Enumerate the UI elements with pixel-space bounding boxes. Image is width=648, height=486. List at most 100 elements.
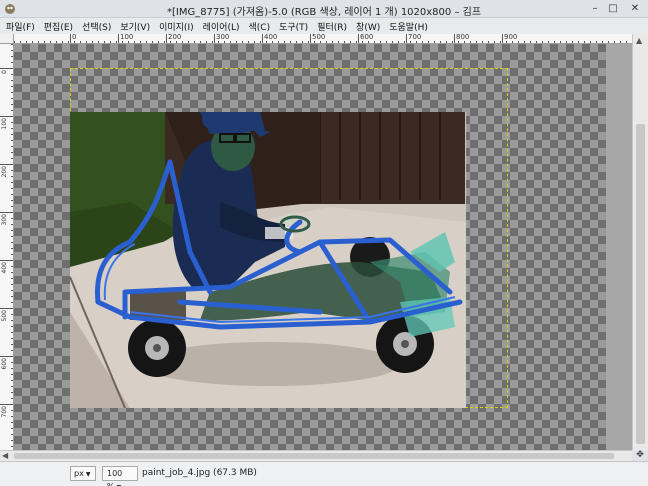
menu-edit[interactable]: 편집(E) [44,20,73,33]
window-title: *[IMG_8775] (가져옴)-5.0 (RGB 색상, 레이어 1 개) … [166,7,482,18]
ruler-tick [374,41,375,43]
ruler-tick [11,302,13,303]
ruler-tick [11,278,13,279]
maximize-button[interactable]: □ [604,2,622,16]
ruler-major-tick [262,34,263,43]
ruler-tick [11,158,13,159]
scroll-left-icon[interactable]: ◀ [2,451,8,460]
ruler-tick [620,41,621,43]
menu-filters[interactable]: 필터(R) [317,20,347,33]
horizontal-scroll-thumb[interactable] [14,453,614,459]
ruler-tick [26,41,27,43]
ruler-major-tick [214,34,215,43]
ruler-tick [602,41,603,43]
ruler-tick [422,41,423,43]
ruler-corner[interactable] [0,34,14,44]
scroll-up-icon[interactable]: ▲ [636,36,642,45]
ruler-tick [500,41,501,43]
ruler-tick [488,41,489,43]
ruler-tick [416,41,417,43]
ruler-label: 100 [1,118,8,130]
ruler-tick [284,41,285,43]
ruler-major-tick [0,260,13,261]
ruler-tick [614,41,615,43]
menu-help[interactable]: 도움말(H) [389,20,428,33]
ruler-tick [296,41,297,43]
ruler-tick [11,374,13,375]
ruler-tick [440,41,441,43]
ruler-tick [380,41,381,43]
ruler-tick [11,422,13,423]
ruler-tick [11,434,13,435]
ruler-tick [236,41,237,43]
ruler-major-tick [0,404,13,405]
horizontal-scrollbar[interactable]: ◀ [0,450,632,461]
ruler-tick [11,62,13,63]
ruler-tick [11,44,13,45]
ruler-tick [320,41,321,43]
close-button[interactable]: ✕ [624,2,646,16]
ruler-tick [428,41,429,43]
ruler-tick [11,416,13,417]
ruler-tick [14,41,15,43]
menu-colors[interactable]: 색(C) [249,20,271,33]
ruler-tick [572,41,573,43]
menu-select[interactable]: 선택(S) [82,20,111,33]
ruler-tick [11,122,13,123]
vertical-scrollbar[interactable]: ▲ [632,34,648,450]
ruler-tick [11,368,13,369]
ruler-major-tick [0,308,13,309]
ruler-label: 400 [1,262,8,274]
ruler-tick [596,41,597,43]
ruler-tick [140,41,141,43]
ruler-tick [206,41,207,43]
vertical-ruler[interactable]: 0 100 200 300 400 500 600 700 [0,44,14,450]
menu-windows[interactable]: 창(W) [356,20,380,33]
ruler-tick [152,41,153,43]
ruler-major-tick [454,34,455,43]
ruler-major-tick [70,34,71,43]
unit-select[interactable]: px ▼ [70,466,96,481]
canvas-area[interactable] [14,44,632,450]
ruler-tick [11,188,13,189]
ruler-label: 100 [120,34,134,41]
vertical-scroll-thumb[interactable] [636,124,645,444]
ruler-tick [404,41,405,43]
ruler-tick [560,41,561,43]
ruler-label: 200 [168,34,182,41]
ruler-tick [11,236,13,237]
navigate-icon[interactable]: ✥ [632,450,648,461]
ruler-tick [326,41,327,43]
ruler-tick [158,41,159,43]
ruler-major-tick [118,34,119,43]
ruler-tick [11,224,13,225]
ruler-tick [11,182,13,183]
ruler-tick [11,242,13,243]
minimize-button[interactable]: – [586,2,604,16]
ruler-major-tick [0,212,13,213]
status-bar: px▼ 100 %▼ paint_job_4.jpg (67.3 MB) [0,461,648,486]
ruler-tick [11,254,13,255]
ruler-major-tick [0,356,13,357]
zoom-select[interactable]: 100 %▼ [102,466,138,486]
ruler-tick [434,41,435,43]
menu-file[interactable]: 파일(F) [6,20,35,33]
menu-view[interactable]: 보기(V) [120,20,150,33]
ruler-tick [164,41,165,43]
ruler-tick [116,41,117,43]
horizontal-ruler[interactable]: 0 100 200 300 400 500 600 700 800 900 [14,34,632,44]
ruler-label: 500 [312,34,326,41]
ruler-tick [398,41,399,43]
ruler-tick [362,41,363,43]
ruler-tick [11,392,13,393]
image-layer[interactable] [70,112,466,408]
menu-image[interactable]: 이미지(I) [159,20,194,33]
menu-tools[interactable]: 도구(T) [279,20,308,33]
ruler-tick [548,41,549,43]
ruler-tick [506,41,507,43]
ruler-tick [338,41,339,43]
menu-layer[interactable]: 레이어(L) [203,20,240,33]
ruler-tick [11,350,13,351]
ruler-tick [122,41,123,43]
ruler-tick [356,41,357,43]
